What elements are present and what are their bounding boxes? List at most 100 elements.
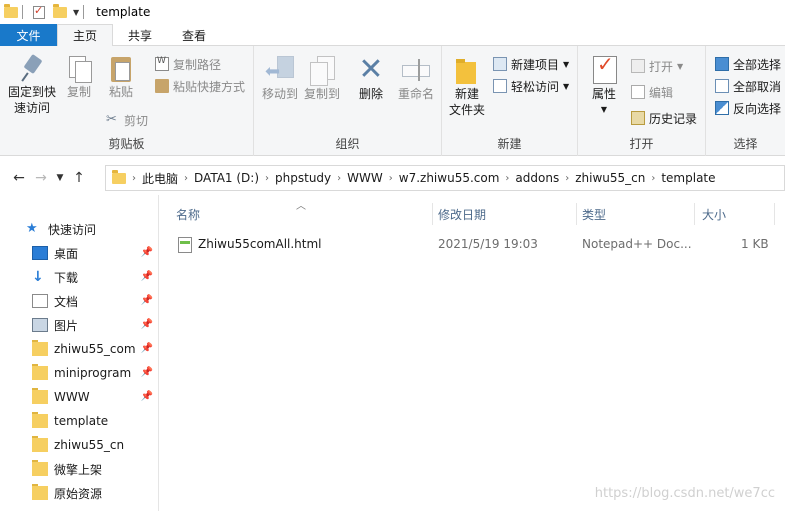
history-icon xyxy=(631,111,645,125)
breadcrumb-zhiwu55-cn[interactable]: zhiwu55_cn xyxy=(569,171,651,185)
recent-locations-chevron-icon[interactable]: ▼ xyxy=(52,173,68,183)
folder-icon xyxy=(32,340,48,356)
column-divider[interactable] xyxy=(774,203,775,225)
select-none-icon xyxy=(715,79,729,93)
breadcrumb-www[interactable]: WWW xyxy=(341,171,389,185)
pin-icon xyxy=(19,54,45,84)
address-bar[interactable]: › 此电脑 › DATA1 (D:) › phpstudy › WWW › w7… xyxy=(105,165,785,191)
chevron-down-icon[interactable]: ▼ xyxy=(73,8,79,17)
pin-icon: 📌 xyxy=(140,343,153,354)
sidebar-item-pictures[interactable]: 图片 📌 xyxy=(0,313,158,337)
new-folder-button[interactable]: 新建 文件夹 xyxy=(446,54,488,118)
folder-icon xyxy=(4,3,18,18)
tab-file[interactable]: 文件 xyxy=(0,24,57,46)
html-file-icon xyxy=(178,237,192,253)
move-to-icon xyxy=(265,54,295,86)
open-button[interactable]: 打开 ▼ xyxy=(630,56,683,76)
column-divider[interactable] xyxy=(432,203,433,225)
new-item-button[interactable]: 新建项目 ▼ xyxy=(492,54,569,74)
select-all-button[interactable]: 全部选择 xyxy=(714,54,781,74)
properties-icon[interactable] xyxy=(33,4,45,19)
tab-view[interactable]: 查看 xyxy=(167,24,221,46)
sidebar-item-zhiwu55-cn[interactable]: zhiwu55_cn xyxy=(0,433,158,457)
folder-icon xyxy=(32,364,48,380)
window-title: template xyxy=(96,5,151,19)
cut-button[interactable]: ✂ 剪切 xyxy=(105,110,148,130)
sidebar-item-desktop[interactable]: 桌面 📌 xyxy=(0,241,158,265)
breadcrumb-this-pc[interactable]: 此电脑 xyxy=(136,170,184,187)
breadcrumb-addons[interactable]: addons xyxy=(509,171,565,185)
copy-path-icon xyxy=(155,56,169,71)
pin-icon: 📌 xyxy=(140,271,153,282)
column-divider[interactable] xyxy=(576,203,577,225)
scissors-icon: ✂ xyxy=(106,112,117,127)
pin-icon: 📌 xyxy=(140,367,153,378)
copy-to-icon xyxy=(307,54,337,86)
select-none-button[interactable]: 全部取消 xyxy=(714,76,781,96)
select-all-icon xyxy=(715,57,729,71)
tab-share[interactable]: 共享 xyxy=(113,24,167,46)
edit-button[interactable]: 编辑 xyxy=(630,82,673,102)
pin-icon: 📌 xyxy=(140,295,153,306)
tab-home[interactable]: 主页 xyxy=(57,24,114,47)
edit-icon xyxy=(631,85,645,99)
file-row[interactable]: Zhiwu55comAll.html 2021/5/19 19:03 Notep… xyxy=(160,235,785,255)
invert-selection-button[interactable]: 反向选择 xyxy=(714,98,781,118)
sidebar-item-zhiwu55-com[interactable]: zhiwu55_com 📌 xyxy=(0,337,158,361)
toolbar-separator xyxy=(22,5,23,19)
breadcrumb-site[interactable]: w7.zhiwu55.com xyxy=(393,171,506,185)
breadcrumb-phpstudy[interactable]: phpstudy xyxy=(269,171,337,185)
clipboard-group-label: 剪贴板 xyxy=(108,137,145,151)
rename-icon xyxy=(401,54,431,86)
easy-access-button[interactable]: 轻松访问 ▼ xyxy=(492,76,569,96)
pin-icon: 📌 xyxy=(140,319,153,330)
navigation-pane: ★ 快速访问 桌面 📌 ↓ 下载 📌 文档 📌 图片 📌 zhiwu55_com… xyxy=(0,195,159,511)
open-group: 属性 ▼ 打开 ▼ 编辑 历史记录 打开 xyxy=(578,46,706,156)
navigation-bar: ← → ▼ ↑ › 此电脑 › DATA1 (D:) › phpstudy › … xyxy=(0,161,785,195)
back-arrow-icon[interactable]: ← xyxy=(8,170,30,186)
invert-selection-icon xyxy=(715,101,729,115)
delete-button[interactable]: ✕ 删除 xyxy=(354,54,388,102)
breadcrumb-template[interactable]: template xyxy=(655,171,721,185)
properties-button[interactable]: 属性 ▼ xyxy=(586,54,622,118)
chevron-down-icon: ▼ xyxy=(563,81,570,91)
column-header-modified[interactable]: 修改日期 xyxy=(438,195,574,233)
pin-to-quick-access-button[interactable]: 固定到快 速访问 xyxy=(6,54,58,116)
paste-button[interactable]: 粘贴 xyxy=(104,54,138,100)
forward-arrow-icon[interactable]: → xyxy=(30,170,52,186)
sidebar-item-miniprogram[interactable]: miniprogram 📌 xyxy=(0,361,158,385)
copy-button[interactable]: 复制 xyxy=(62,54,96,100)
column-header-type[interactable]: 类型 xyxy=(582,195,692,233)
clipboard-icon xyxy=(108,54,134,84)
easy-access-icon xyxy=(493,79,507,93)
sidebar-item-weiqing-listing[interactable]: 微擎上架 xyxy=(0,457,158,481)
paste-shortcut-icon xyxy=(155,79,169,93)
paste-shortcut-button[interactable]: 粘贴快捷方式 xyxy=(154,76,245,96)
new-item-icon xyxy=(493,57,507,71)
folder-icon xyxy=(32,388,48,404)
open-icon xyxy=(631,59,645,73)
column-header-name[interactable]: 名称 xyxy=(176,195,430,233)
sidebar-item-template[interactable]: template xyxy=(0,409,158,433)
toolbar-separator xyxy=(83,5,85,19)
sidebar-item-quick-access[interactable]: ★ 快速访问 xyxy=(0,217,158,241)
delete-icon: ✕ xyxy=(358,52,384,87)
history-button[interactable]: 历史记录 xyxy=(630,108,697,128)
file-size: 1 KB xyxy=(741,237,769,251)
file-name: Zhiwu55comAll.html xyxy=(198,237,322,251)
copy-to-button[interactable]: 复制到 xyxy=(302,54,342,102)
folder-icon xyxy=(32,460,48,476)
sidebar-item-downloads[interactable]: ↓ 下载 📌 xyxy=(0,265,158,289)
new-folder-icon[interactable] xyxy=(53,3,67,18)
chevron-down-icon: ▼ xyxy=(563,59,570,69)
sidebar-item-documents[interactable]: 文档 📌 xyxy=(0,289,158,313)
column-header-size[interactable]: 大小 xyxy=(702,195,772,233)
move-to-button[interactable]: 移动到 xyxy=(260,54,300,102)
rename-button[interactable]: 重命名 xyxy=(394,54,438,102)
sidebar-item-raw-resources[interactable]: 原始资源 xyxy=(0,481,158,505)
copy-path-button[interactable]: 复制路径 xyxy=(154,54,221,74)
up-arrow-icon[interactable]: ↑ xyxy=(68,170,90,186)
column-divider[interactable] xyxy=(694,203,695,225)
breadcrumb-drive[interactable]: DATA1 (D:) xyxy=(188,171,265,185)
sidebar-item-www[interactable]: WWW 📌 xyxy=(0,385,158,409)
